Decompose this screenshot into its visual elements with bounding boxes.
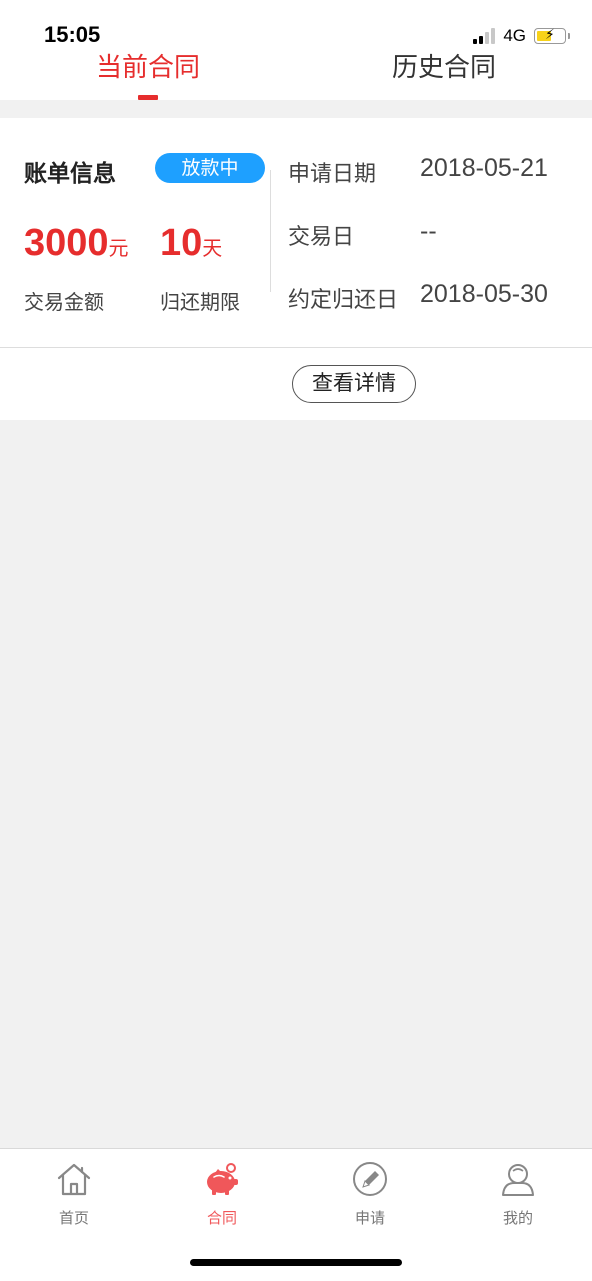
repayment-term: 10天 (160, 222, 222, 265)
status-time: 15:05 (44, 22, 101, 47)
nav-item-home[interactable]: 首页 (0, 1149, 148, 1239)
battery-icon: ⚡ (534, 27, 570, 44)
card-divider-horizontal (0, 347, 592, 348)
apply-date-value: 2018-05-21 (420, 154, 548, 182)
term-unit: 天 (202, 236, 223, 260)
home-indicator (190, 1259, 402, 1266)
active-tab-indicator (138, 95, 158, 100)
view-details-button[interactable]: 查看详情 (292, 365, 416, 403)
nav-label-mine: 我的 (502, 1209, 533, 1227)
transaction-amount: 3000元 (24, 222, 129, 265)
nav-label-contract: 合同 (206, 1209, 237, 1227)
nav-item-contract[interactable]: 合同 (148, 1149, 296, 1239)
term-value: 10 (160, 222, 203, 264)
amount-value: 3000 (24, 222, 109, 264)
nav-item-mine[interactable]: 我的 (444, 1149, 592, 1239)
status-bar: 15:05 4G ⚡ (0, 0, 592, 50)
tab-current-contract[interactable]: 当前合同 (0, 50, 296, 100)
card-divider-vertical (270, 170, 271, 292)
tab-history-contract[interactable]: 历史合同 (296, 50, 592, 100)
trade-date-label: 交易日 (288, 225, 355, 250)
contract-tabs: 当前合同 历史合同 (0, 50, 592, 100)
user-icon (502, 1164, 534, 1196)
term-label: 归还期限 (160, 290, 240, 314)
bill-card: 账单信息 放款中 3000元 10天 交易金额 归还期限 申请日期 2018-0… (0, 118, 592, 420)
nav-label-apply: 申请 (354, 1209, 385, 1227)
pencil-circle-icon (353, 1162, 387, 1196)
signal-icon (473, 28, 496, 44)
due-date-value: 2018-05-30 (420, 280, 548, 308)
due-date-label: 约定归还日 (288, 288, 399, 313)
nav-label-home: 首页 (58, 1209, 89, 1227)
amount-label: 交易金额 (24, 290, 104, 314)
status-badge: 放款中 (155, 153, 265, 183)
nav-item-apply[interactable]: 申请 (296, 1149, 444, 1239)
network-type: 4G (503, 26, 526, 45)
amount-unit: 元 (108, 236, 129, 260)
piggy-bank-icon (207, 1163, 238, 1195)
apply-date-label: 申请日期 (288, 162, 377, 187)
home-icon (57, 1163, 91, 1196)
status-indicators: 4G ⚡ (473, 24, 570, 48)
bill-title: 账单信息 (24, 161, 116, 187)
trade-date-value: -- (420, 217, 437, 245)
